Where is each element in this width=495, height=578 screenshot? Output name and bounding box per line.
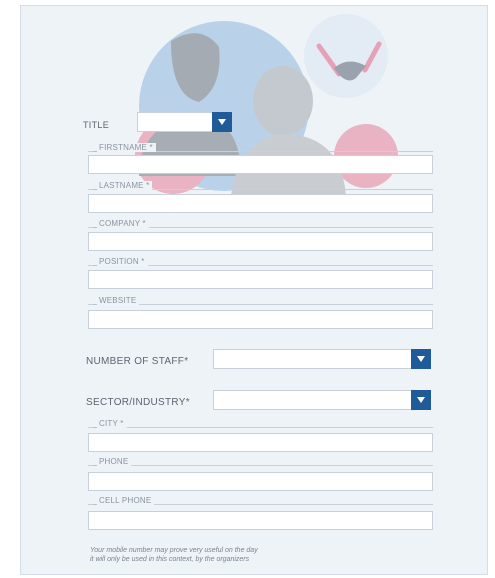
phone-label: PHONE [93, 457, 132, 466]
note-line-1: Your mobile number may prove very useful… [90, 547, 258, 554]
number-of-staff-label: NUMBER OF STAFF* [86, 356, 189, 367]
chevron-down-icon[interactable] [411, 349, 431, 369]
position-label: POSITION * [93, 257, 148, 266]
note-line-2: it will only be used in this context, by… [90, 556, 250, 563]
mobile-number-note: Your mobile number may prove very useful… [90, 546, 420, 564]
website-rule [88, 304, 433, 305]
phone-rule [88, 465, 433, 466]
city-rule [88, 427, 433, 428]
sector-industry-label: SECTOR/INDUSTRY* [86, 397, 190, 408]
firstname-label: FIRSTNAME * [93, 143, 156, 152]
registration-form-panel: TITLE FIRSTNAME * LASTNAME * COMPANY * P… [20, 5, 488, 575]
number-of-staff-select[interactable] [213, 349, 431, 369]
website-label: WEBSITE [93, 296, 140, 305]
lastname-input[interactable] [88, 194, 433, 213]
sector-industry-select[interactable] [213, 390, 431, 410]
phone-input[interactable] [88, 472, 433, 491]
lastname-label: LASTNAME * [93, 181, 153, 190]
chevron-down-icon[interactable] [212, 112, 232, 132]
firstname-input[interactable] [88, 155, 433, 174]
title-label: TITLE [83, 120, 110, 130]
city-label: CITY * [93, 419, 127, 428]
website-input[interactable] [88, 310, 433, 329]
chevron-down-icon[interactable] [411, 390, 431, 410]
cell-phone-label: CELL PHONE [93, 496, 155, 505]
company-input[interactable] [88, 232, 433, 251]
cell-phone-input[interactable] [88, 511, 433, 530]
city-input[interactable] [88, 433, 433, 452]
people-handshake-illustration [135, 14, 398, 196]
company-label: COMPANY * [93, 219, 149, 228]
title-select[interactable] [137, 112, 232, 132]
position-input[interactable] [88, 270, 433, 289]
